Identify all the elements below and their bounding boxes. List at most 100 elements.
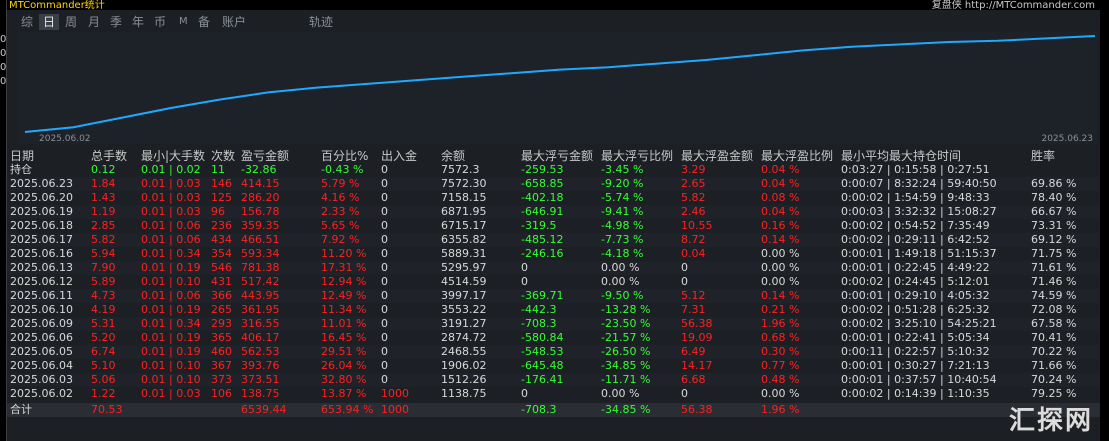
cell-winrate: 67.58 % bbox=[1031, 317, 1077, 330]
cell-inout: 0 bbox=[381, 359, 388, 372]
cell-winrate: 70.41 % bbox=[1031, 331, 1077, 344]
cell-balance: 2874.72 bbox=[441, 331, 487, 344]
cell-date: 日期 bbox=[10, 149, 35, 163]
cell-max-float-profit: 0 bbox=[681, 261, 688, 274]
cell-balance: 2468.55 bbox=[441, 345, 487, 358]
cell-date: 2025.06.06 bbox=[10, 331, 73, 344]
cell-pnl: 414.15 bbox=[241, 177, 280, 190]
cell-date: 2025.06.10 bbox=[10, 303, 73, 316]
cell-date: 2025.06.16 bbox=[10, 247, 73, 260]
equity-chart: 2025.06.02 2025.06.23 bbox=[17, 32, 1097, 144]
cell-max-float-loss: -176.41 bbox=[521, 373, 564, 386]
equity-line bbox=[24, 35, 1096, 133]
cell-max-float-loss: 0 bbox=[521, 261, 528, 274]
cell-total-lots: 5.89 bbox=[91, 275, 116, 288]
cell-max-float-profit: 8.72 bbox=[681, 233, 706, 246]
cell-max-float-profit-pct: 0.68 % bbox=[761, 331, 800, 344]
tab-m[interactable]: M bbox=[179, 14, 188, 30]
cell-count: 460 bbox=[211, 345, 232, 358]
cell-balance: 1906.02 bbox=[441, 359, 487, 372]
cell-balance: 1138.75 bbox=[441, 387, 487, 400]
table-row: 2025.06.13 7.90 0.01 | 0.19 546 781.38 17.31 … bbox=[7, 261, 1101, 275]
cell-max-float-loss: -580.84 bbox=[521, 331, 564, 344]
cell-date: 2025.06.13 bbox=[10, 261, 73, 274]
cell-pnl: 443.95 bbox=[241, 289, 280, 302]
cell-count: 106 bbox=[211, 387, 232, 400]
cell-max-float-profit: 0.04 bbox=[681, 247, 706, 260]
cell-date: 2025.06.19 bbox=[10, 205, 73, 218]
cell-pct: 29.51 % bbox=[321, 345, 367, 358]
cell-hold-time: 0:00:01 | 0:22:45 | 4:49:22 bbox=[841, 261, 990, 274]
cell-max-float-loss: 最大浮亏金额 bbox=[521, 149, 594, 163]
cell-pnl: 6539.44 bbox=[241, 403, 287, 416]
cell-balance: 3191.27 bbox=[441, 317, 487, 330]
cell-date: 2025.06.04 bbox=[10, 359, 73, 372]
cell-hold-time: 0:00:02 | 0:29:11 | 6:42:52 bbox=[841, 233, 990, 246]
cell-max-float-loss-pct: -5.74 % bbox=[601, 191, 644, 204]
cell-max-float-profit: 5.82 bbox=[681, 191, 706, 204]
cell-winrate: 79.25 % bbox=[1031, 387, 1077, 400]
cell-winrate: 70.24 % bbox=[1031, 373, 1077, 386]
tab-day[interactable]: 日 bbox=[39, 14, 60, 30]
cell-max-float-loss-pct: 0.00 % bbox=[601, 387, 640, 400]
cell-pct: 7.92 % bbox=[321, 233, 360, 246]
cell-max-float-loss: -259.53 bbox=[521, 163, 564, 176]
cell-max-float-loss-pct: 0.00 % bbox=[601, 275, 640, 288]
cell-winrate: 73.31 % bbox=[1031, 219, 1077, 232]
cell-balance: 6871.95 bbox=[441, 205, 487, 218]
table-row: 2025.06.23 1.84 0.01 | 0.03 146 414.15 5.79 %… bbox=[7, 177, 1101, 191]
tab-backup[interactable]: 备 bbox=[198, 14, 210, 30]
table-row: 2025.06.05 6.74 0.01 | 0.19 460 562.53 29.51 … bbox=[7, 345, 1101, 359]
cell-pct: 4.16 % bbox=[321, 191, 360, 204]
cell-max-float-profit: 2.65 bbox=[681, 177, 706, 190]
tab-summary[interactable]: 综 bbox=[21, 14, 33, 30]
cell-date: 2025.06.03 bbox=[10, 373, 73, 386]
cell-pnl: -32.86 bbox=[241, 163, 277, 176]
cell-balance: 4514.59 bbox=[441, 275, 487, 288]
cell-count: 354 bbox=[211, 247, 232, 260]
cell-date: 2025.06.20 bbox=[10, 191, 73, 204]
cell-minmax-lots: 0.01 | 0.03 bbox=[141, 191, 201, 204]
cell-max-float-profit-pct: 1.96 % bbox=[761, 403, 800, 416]
cell-max-float-loss: -658.85 bbox=[521, 177, 564, 190]
cell-max-float-loss: -646.91 bbox=[521, 205, 564, 218]
cell-max-float-loss: -708.3 bbox=[521, 403, 557, 416]
cell-max-float-profit-pct: 0.77 % bbox=[761, 359, 800, 372]
cell-minmax-lots: 0.01 | 0.34 bbox=[141, 317, 201, 330]
cell-max-float-loss: -485.12 bbox=[521, 233, 564, 246]
cell-pnl: 156.78 bbox=[241, 205, 280, 218]
cell-minmax-lots: 0.01 | 0.03 bbox=[141, 205, 201, 218]
left-axis: 0 0 0 0 bbox=[0, 34, 7, 87]
tab-currency[interactable]: 币 bbox=[154, 14, 166, 30]
cell-minmax-lots: 0.01 | 0.34 bbox=[141, 247, 201, 260]
cell-max-float-profit: 6.49 bbox=[681, 345, 706, 358]
table-row: 2025.06.06 5.20 0.01 | 0.19 365 406.17 16.45 … bbox=[7, 331, 1101, 345]
cell-inout: 0 bbox=[381, 191, 388, 204]
cell-winrate: 69.86 % bbox=[1031, 177, 1077, 190]
cell-max-float-profit-pct: 0.21 % bbox=[761, 303, 800, 316]
cell-max-float-loss: -645.48 bbox=[521, 359, 564, 372]
cell-count: 11 bbox=[211, 163, 225, 176]
cell-max-float-profit-pct: 0.08 % bbox=[761, 191, 800, 204]
tab-quarter[interactable]: 季 bbox=[110, 14, 122, 30]
cell-inout: 0 bbox=[381, 331, 388, 344]
cell-pnl: 593.34 bbox=[241, 247, 280, 260]
tab-year[interactable]: 年 bbox=[132, 14, 144, 30]
cell-max-float-profit: 2.46 bbox=[681, 205, 706, 218]
table-row: 2025.06.04 5.10 0.01 | 0.10 367 393.76 26.04 … bbox=[7, 359, 1101, 373]
tab-track[interactable]: 轨迹 bbox=[309, 14, 333, 30]
tab-month[interactable]: 月 bbox=[88, 14, 100, 30]
cell-date: 2025.06.11 bbox=[10, 289, 73, 302]
total-row: 合计 70.53 6539.44 653.94 % 1000 -708.3 -34.85 %… bbox=[7, 403, 1101, 417]
cell-max-float-profit: 56.38 bbox=[681, 317, 713, 330]
cell-max-float-loss-pct: -9.20 % bbox=[601, 177, 644, 190]
cell-pct: 5.79 % bbox=[321, 177, 360, 190]
tab-week[interactable]: 周 bbox=[65, 14, 77, 30]
cell-total-lots: 4.19 bbox=[91, 303, 116, 316]
cell-inout: 0 bbox=[381, 261, 388, 274]
cell-max-float-profit: 7.31 bbox=[681, 303, 706, 316]
watermark-logo: 汇探网 bbox=[1008, 406, 1093, 436]
cell-max-float-loss-pct: -21.57 % bbox=[601, 331, 651, 344]
tab-account[interactable]: 账户 bbox=[222, 14, 246, 30]
cell-max-float-profit: 19.09 bbox=[681, 331, 713, 344]
